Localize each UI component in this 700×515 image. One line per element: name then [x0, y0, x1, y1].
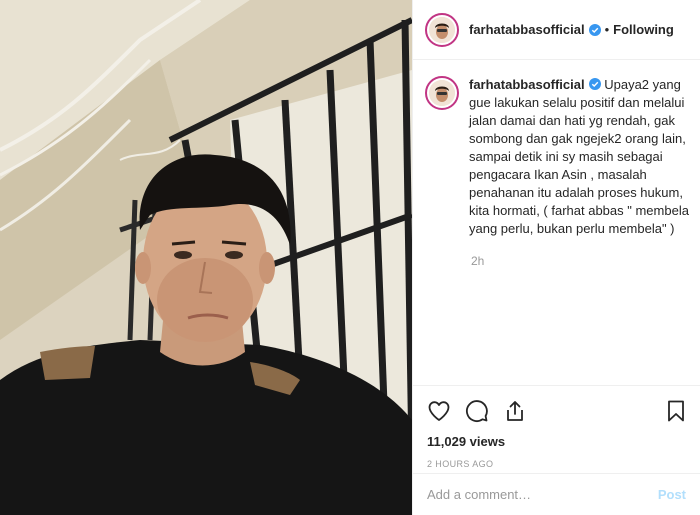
header-separator: •	[604, 22, 610, 37]
video-frame-illustration	[0, 0, 412, 515]
caption-line: jalan damai dan hati yg rendah, gak	[469, 113, 675, 128]
comment-icon[interactable]	[465, 399, 489, 423]
post-header: farhatabbasofficial • Following	[413, 0, 700, 60]
comments-area: farhatabbasofficial Upaya2 yang gue laku…	[413, 60, 700, 385]
author-username[interactable]: farhatabbasofficial	[469, 22, 585, 37]
post-side-panel: farhatabbasofficial • Following farhatab…	[412, 0, 700, 515]
caption-text: farhatabbasofficial Upaya2 yang gue laku…	[469, 76, 689, 238]
caption-line: yang perlu, bukan perlu membela" )	[469, 221, 675, 236]
share-icon[interactable]	[503, 399, 527, 423]
caption-author-avatar[interactable]	[425, 76, 459, 110]
caption-line: Upaya2 yang	[604, 77, 681, 92]
post-video[interactable]	[0, 0, 412, 515]
verified-badge-icon	[588, 23, 601, 36]
caption-username[interactable]: farhatabbasofficial	[469, 77, 585, 92]
bookmark-icon[interactable]	[664, 399, 688, 423]
post-comment-button[interactable]: Post	[658, 487, 686, 502]
caption-timestamp[interactable]: 2h	[471, 254, 688, 268]
post-timestamp[interactable]: 2 HOURS AGO	[427, 459, 688, 469]
post-actions: 11,029 views 2 HOURS AGO	[413, 385, 700, 469]
caption-line: sombong dan gak ngejek2 orang lain,	[469, 131, 686, 146]
caption-first-line: farhatabbasofficial Upaya2 yang	[469, 76, 689, 94]
add-comment-bar: Post	[413, 473, 700, 515]
caption-row: farhatabbasofficial Upaya2 yang gue laku…	[425, 76, 689, 238]
caption-line: kita hormati, ( farhat abbas " membela	[469, 203, 689, 218]
caption-line: pengacara Ikan Asin , masalah	[469, 167, 647, 182]
view-count[interactable]: 11,029 views	[427, 434, 688, 449]
caption-line: gue lakukan selalu positif dan melalui	[469, 95, 685, 110]
action-icons-row	[427, 398, 688, 424]
caption-line: sampai detik ini sy masih sebagai	[469, 149, 663, 164]
heart-icon[interactable]	[427, 399, 451, 423]
following-button[interactable]: Following	[613, 22, 674, 37]
author-avatar[interactable]	[425, 12, 459, 47]
caption-line: penahanan itu adalah proses hukum,	[469, 185, 683, 200]
verified-badge-icon	[588, 78, 601, 90]
comment-input[interactable]	[427, 487, 658, 502]
